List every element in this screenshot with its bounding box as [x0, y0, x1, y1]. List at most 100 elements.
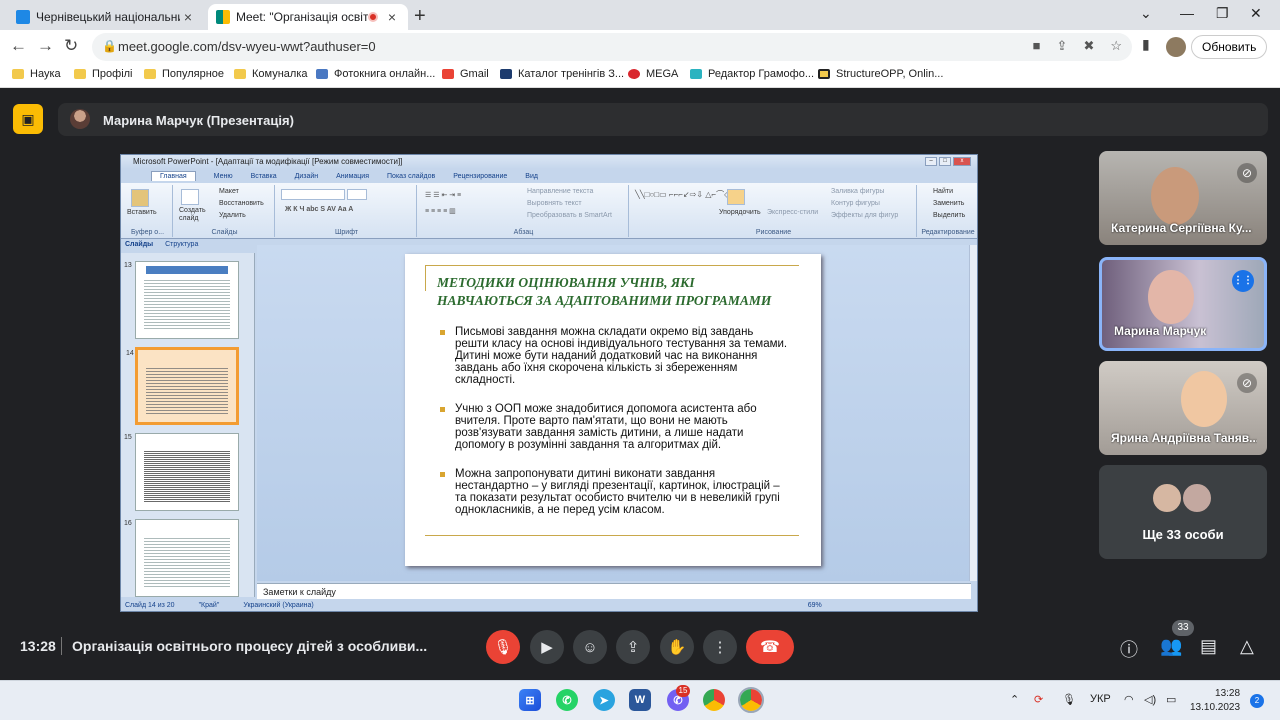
wifi-icon[interactable]: ◠ — [1124, 693, 1134, 706]
close-icon[interactable]: × — [384, 9, 400, 25]
new-slide-label: Создать слайд — [179, 207, 206, 222]
tab-meet[interactable]: Meet: "Організація освітнь × — [208, 4, 408, 30]
current-slide: МЕТОДИКИ ОЦІНЮВАННЯ УЧНІВ, ЯКІ НАВЧАЮТЬС… — [405, 254, 821, 566]
address-bar[interactable]: 🔒 meet.google.com/dsv-wyeu-wwt?authuser=… — [92, 33, 1132, 61]
tab-university[interactable]: Чернівецький національний у × — [8, 4, 204, 30]
more-participants-tile[interactable]: Ще 33 особи — [1099, 465, 1267, 559]
bookmark-label: Популярное — [162, 68, 225, 80]
info-icon[interactable]: ⓘ — [1120, 636, 1138, 662]
present-button[interactable]: ⇪ — [616, 630, 650, 664]
layout-label: Макет — [219, 188, 239, 195]
translate-icon[interactable]: ✖ — [1083, 38, 1094, 54]
close-icon[interactable]: × — [180, 9, 196, 25]
forward-icon[interactable]: → — [37, 36, 54, 56]
paste-label: Вставить — [127, 209, 157, 216]
viber-badge: 15 — [676, 685, 690, 697]
volume-icon[interactable]: ◁) — [1144, 693, 1156, 706]
camera-button[interactable]: ▶ — [530, 630, 564, 664]
presentation-icon[interactable]: ▣ — [13, 104, 43, 134]
gmail-icon — [442, 69, 454, 79]
font-group-label: Шрифт — [334, 229, 359, 236]
notification-badge[interactable]: 2 — [1250, 694, 1264, 708]
bookmark-link[interactable]: Каталог тренінгів З... — [500, 68, 624, 80]
slide-thumbnails: 13 14 15 16 — [121, 253, 255, 597]
slide-top-rule — [425, 265, 799, 266]
system-date: 13.10.2023 — [1190, 702, 1241, 713]
raise-hand-button[interactable]: ✋ — [660, 630, 694, 664]
font-group: Ж К Ч abc S AV Aa A Шрифт — [277, 185, 417, 237]
tray-chevron-icon[interactable]: ⌃ — [1010, 693, 1019, 706]
bookmark-folder[interactable]: Популярное — [144, 68, 224, 80]
share-icon[interactable]: ⇪ — [1057, 38, 1068, 54]
camera-icon[interactable]: ■ — [1033, 38, 1041, 54]
participant-tile-speaking[interactable]: ⋮⋮ Марина Марчук — [1099, 257, 1267, 351]
chrome-active-icon[interactable] — [738, 687, 764, 713]
bookmark-label: StructureOPP, Onlin... — [836, 68, 944, 80]
bookmark-folder[interactable]: Наука — [12, 68, 61, 80]
chat-icon[interactable]: ▤ — [1200, 636, 1217, 657]
font-family-box — [281, 189, 345, 200]
ppt-tab-home: Главная — [151, 171, 196, 181]
pane-tab-outline: Структура — [165, 241, 199, 248]
minimize-icon[interactable]: — — [1180, 5, 1194, 21]
more-options-button[interactable]: ⋮ — [703, 630, 737, 664]
ppt-tab-slideshow: Показ слайдов — [387, 172, 436, 180]
slide-notes: Заметки к слайду — [257, 583, 971, 600]
participant-tile[interactable]: ⊘ Катерина Сергіївна Ку... — [1099, 151, 1267, 245]
people-icon[interactable]: 👥 — [1160, 636, 1182, 657]
find-label: Найти — [933, 188, 953, 195]
chrome-icon[interactable] — [703, 689, 725, 711]
emoji-button[interactable]: ☺ — [573, 630, 607, 664]
back-icon[interactable]: ← — [10, 36, 27, 56]
slide-counter: Слайд 14 из 20 — [125, 601, 175, 609]
end-call-button[interactable]: ☎ — [746, 630, 794, 664]
slide-pane-tabs: Слайды Структура — [121, 241, 255, 253]
battery-icon[interactable]: ▭ — [1166, 693, 1176, 706]
meeting-title: Організація освітнього процесу дітей з о… — [72, 638, 428, 654]
participant-avatar — [1181, 482, 1213, 514]
bookmark-link[interactable]: Фотокнига онлайн... — [316, 68, 435, 80]
bookmark-link[interactable]: Редактор Грамофо... — [690, 68, 814, 80]
folder-icon — [74, 69, 86, 79]
editing-group-label: Редактирование — [921, 229, 975, 236]
reload-icon[interactable]: ↻ — [64, 36, 78, 56]
profile-avatar[interactable] — [1166, 37, 1186, 57]
window-close-icon[interactable]: ✕ — [1250, 5, 1262, 22]
mic-off-icon: ⊘ — [1237, 163, 1257, 183]
bookmark-link[interactable]: Gmail — [442, 68, 489, 80]
ppt-status-bar: Слайд 14 из 20 "Край" Украинский (Украин… — [121, 599, 977, 611]
mic-off-button[interactable]: 🎙 — [486, 630, 520, 664]
bookmark-folder[interactable]: Профілі — [74, 68, 133, 80]
whatsapp-icon[interactable]: ✆ — [556, 689, 578, 711]
shared-powerpoint-window: Microsoft PowerPoint - [Адаптації та мод… — [120, 154, 978, 612]
tab-search-icon[interactable]: ⌄ — [1140, 5, 1152, 22]
maximize-icon[interactable]: ❐ — [1216, 5, 1229, 22]
new-tab-icon[interactable]: + — [414, 5, 426, 28]
font-size-box — [347, 189, 367, 200]
start-icon[interactable]: ⊞ — [519, 689, 541, 711]
clipboard-group-label: Буфер о... — [130, 229, 165, 236]
thumbnail-header — [146, 266, 228, 274]
telegram-icon[interactable]: ➤ — [593, 689, 615, 711]
bookmark-link[interactable]: StructureOPP, Onlin... — [818, 68, 943, 80]
browser-tab-strip: Чернівецький національний у × Meet: "Орг… — [0, 0, 1280, 30]
lock-icon[interactable]: 🔒 — [102, 39, 117, 53]
word-icon[interactable]: W — [629, 689, 651, 711]
system-clock[interactable]: 13:28 13.10.2023 — [1190, 687, 1240, 715]
update-button[interactable]: Обновить — [1191, 35, 1268, 59]
participant-tile[interactable]: ⊘ Ярина Андріївна Таняв... — [1099, 361, 1267, 455]
language-indicator[interactable]: УКР — [1090, 693, 1111, 705]
shape-outline-label: Контур фигуры — [831, 200, 880, 207]
bookmark-label: Профілі — [92, 68, 133, 80]
bookmark-folder[interactable]: Комуналка — [234, 68, 308, 80]
bookmark-star-icon[interactable]: ☆ — [1110, 38, 1122, 54]
slide-title: МЕТОДИКИ ОЦІНЮВАННЯ УЧНІВ, ЯКІ НАВЧАЮТЬС… — [437, 275, 772, 308]
bookmark-link[interactable]: MEGA — [628, 68, 678, 80]
system-time: 13:28 — [1215, 688, 1241, 699]
slide-thumbnail: 15 — [124, 433, 239, 511]
tray-app-icon[interactable]: ⟳ — [1034, 693, 1043, 706]
tray-mic-icon[interactable]: 🎙 — [1062, 693, 1076, 706]
activities-icon[interactable]: △ — [1240, 636, 1254, 657]
arrange-label: Упорядочить — [719, 209, 761, 216]
sidebar-icon[interactable]: ▮ — [1142, 36, 1150, 53]
